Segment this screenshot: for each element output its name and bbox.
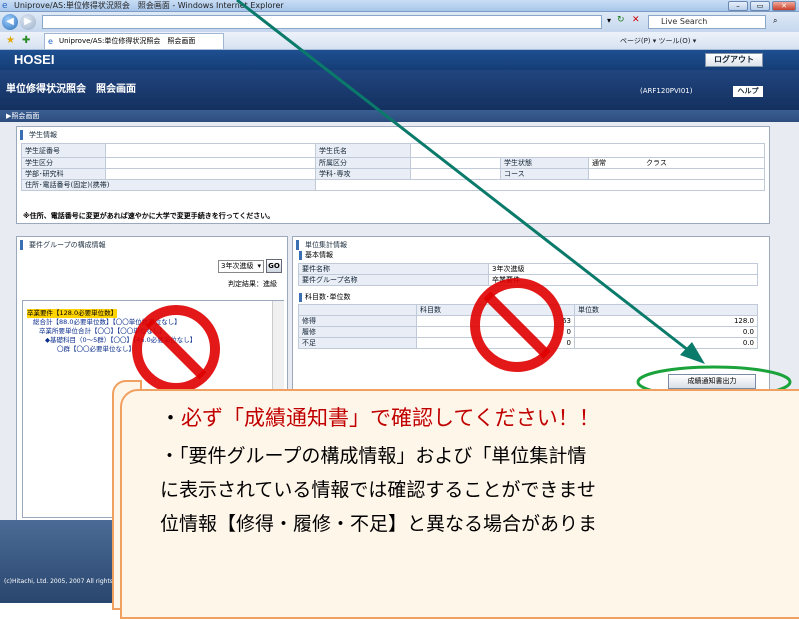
callout-line-2: ・「要件グループの構成情報」および「単位集計情	[160, 445, 587, 467]
prohibit-icon	[132, 305, 220, 393]
arrow-line	[236, 0, 689, 352]
callout-emphasis: 必ず「成績通知書」で確認してください！！	[181, 406, 600, 430]
prohibit-icon	[470, 278, 564, 372]
callout-line-4: 位情報【修得・履修・不足】と異なる場合がありま	[160, 513, 598, 535]
callout-line-1: ・必ず「成績通知書」で確認してください！！	[160, 406, 600, 430]
callout-line-3: に表示されている情報では確認することができませ	[160, 479, 596, 501]
